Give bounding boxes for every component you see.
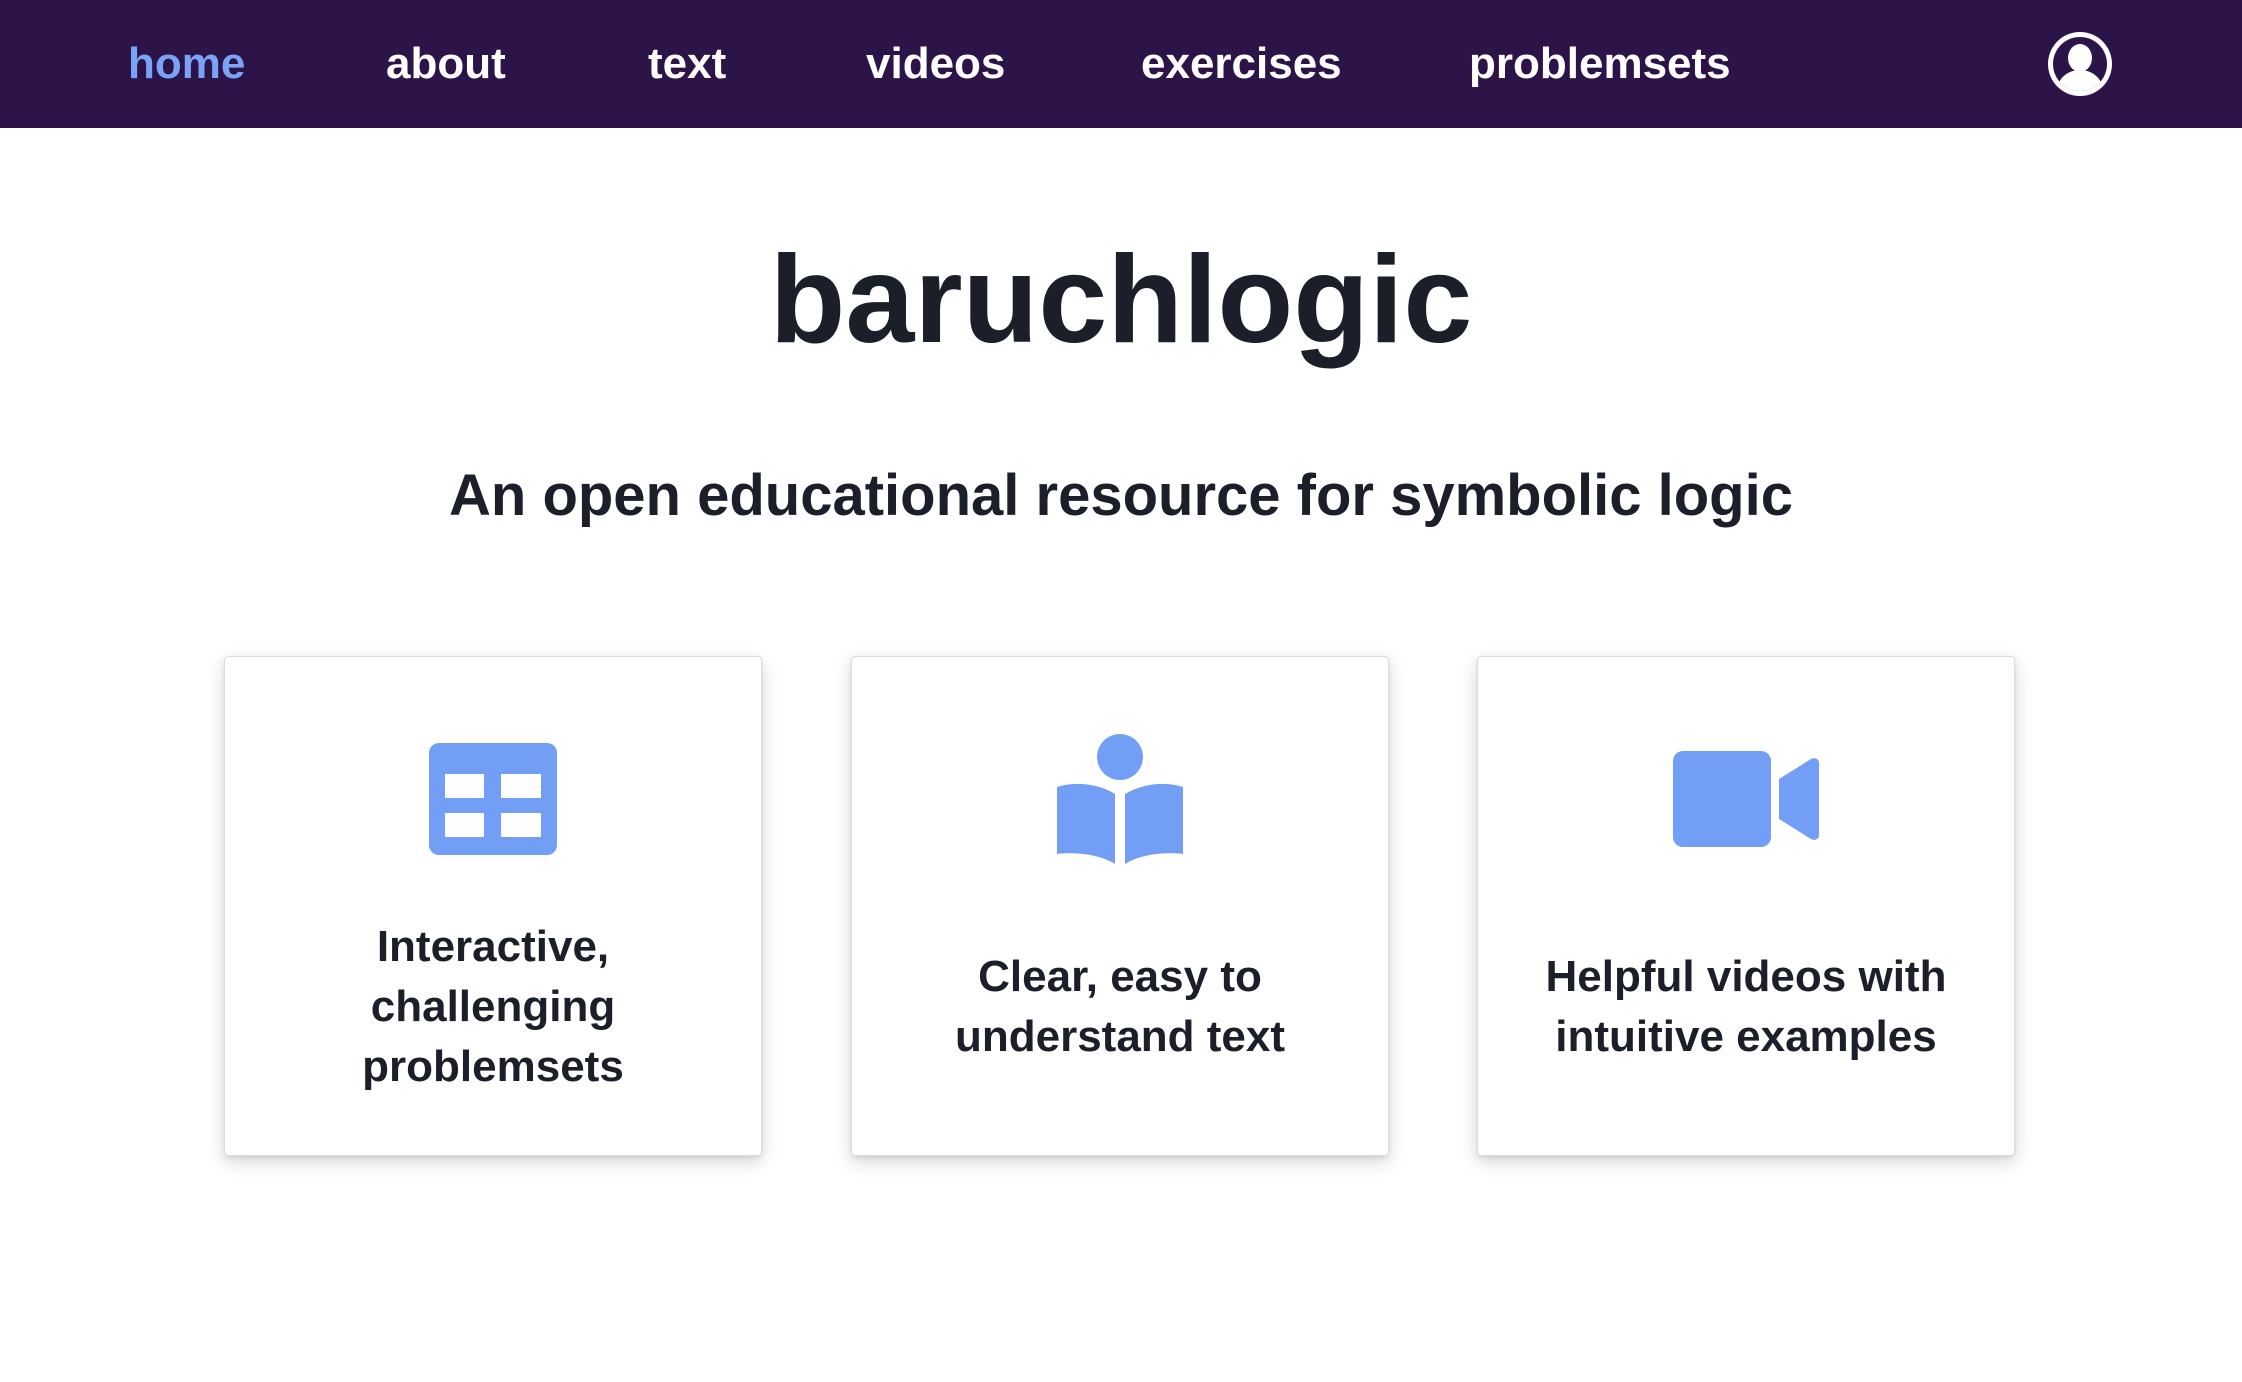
feature-card-text: Clear, easy to understand text [954, 952, 1286, 1061]
feature-card-videos[interactable]: Helpful videos with intuitive examples [1477, 656, 2015, 1156]
top-navbar: home about text videos exercises problem… [0, 0, 2242, 128]
reader-book-icon [852, 729, 1388, 869]
nav-link-home[interactable]: home [128, 0, 245, 128]
feature-card-text: Helpful videos with intuitive examples [1545, 952, 1947, 1061]
nav-link-about[interactable]: about [386, 0, 506, 128]
page-title: baruchlogic [769, 231, 1473, 369]
video-camera-icon [1478, 729, 2014, 869]
user-circle-icon[interactable] [2048, 32, 2112, 96]
nav-link-problemsets[interactable]: problemsets [1469, 0, 1731, 128]
nav-link-exercises[interactable]: exercises [1141, 0, 1342, 128]
nav-link-text[interactable]: text [648, 0, 726, 128]
feature-card-problemsets[interactable]: Interactive, challenging problemsets [224, 656, 762, 1156]
table-icon [225, 729, 761, 869]
feature-card-text-resource[interactable]: Clear, easy to understand text [851, 656, 1389, 1156]
nav-link-videos[interactable]: videos [866, 0, 1005, 128]
feature-card-text: Interactive, challenging problemsets [362, 922, 624, 1091]
page-subtitle: An open educational resource for symboli… [449, 463, 1793, 528]
